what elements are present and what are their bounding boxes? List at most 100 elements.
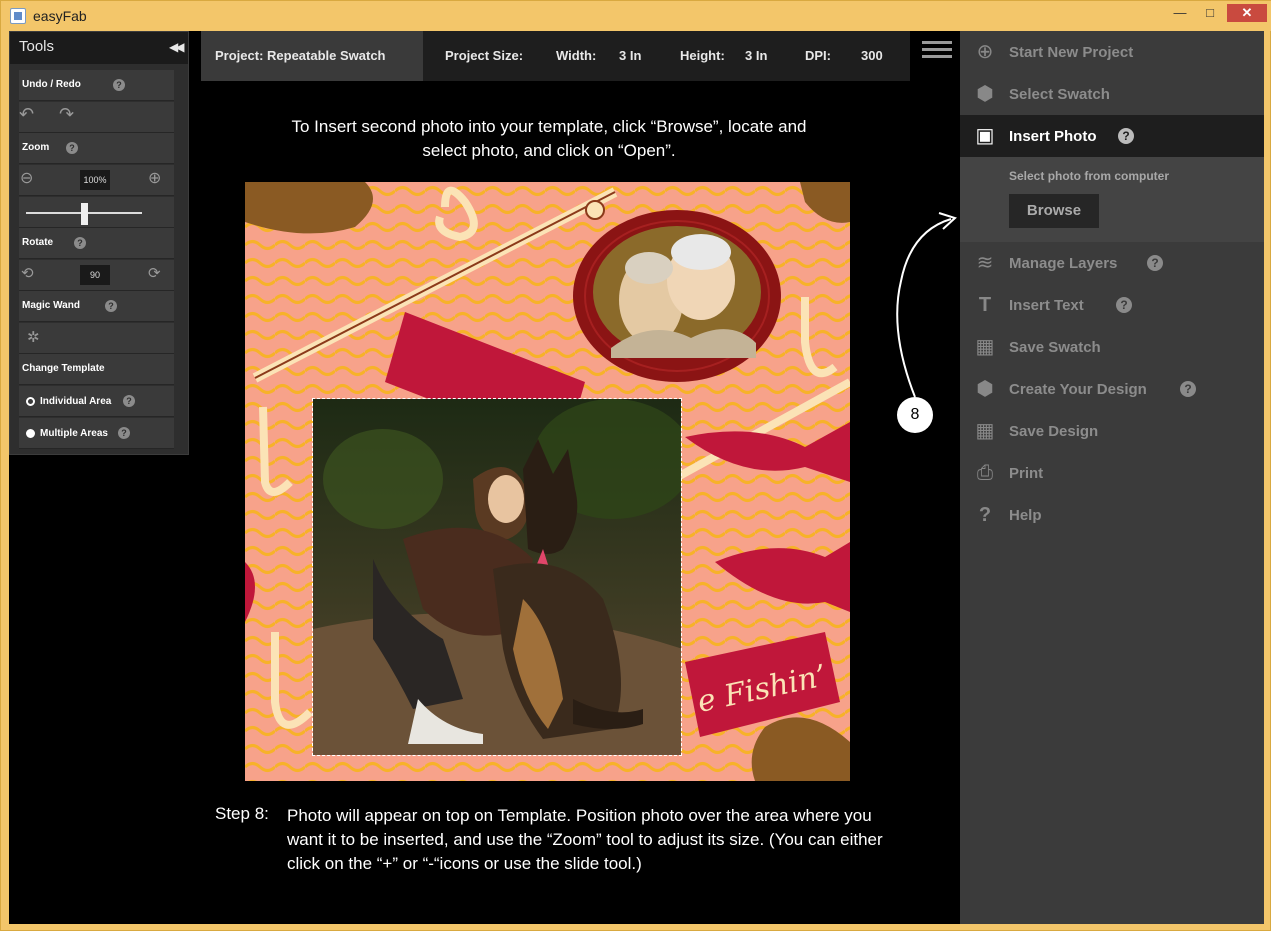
layers-icon: ≋ [976,252,994,274]
instruction-text: To Insert second photo into your templat… [291,117,807,160]
insert-photo-submenu: Select photo from computer Browse [960,157,1264,242]
menu-save-design[interactable]: ▦ Save Design [960,410,1264,452]
width-value: 3 In [619,48,642,63]
zoom-out-icon[interactable]: ⊖ [20,168,33,188]
magic-wand-icon[interactable]: ✲ [27,328,40,346]
menu-label: Start New Project [1009,44,1134,61]
menu-label: Select Swatch [1009,86,1110,103]
title-bar: easyFab — □ ✕ [1,1,1271,31]
menu-label: Manage Layers [1009,255,1118,272]
design-canvas[interactable]: e Fishin’ [245,182,850,781]
minimize-button[interactable]: — [1167,4,1193,22]
multiple-areas-radio[interactable] [26,429,35,438]
app-window: easyFab — □ ✕ Tools ◀◀ Undo / Redo ? ↶ ↷… [0,0,1271,931]
menu-toggle-icon[interactable] [916,31,960,69]
close-button[interactable]: ✕ [1227,4,1267,22]
menu-label: Save Swatch [1009,339,1101,356]
hexagon-icon: ⬢ [976,83,994,105]
dpi-value: 300 [861,48,883,63]
undo-redo-row: ↶ ↷ [19,102,174,133]
zoom-help-icon[interactable]: ? [66,142,78,154]
menu-help[interactable]: ? Help [960,494,1264,536]
menu-start-new-project[interactable]: ⊕ Start New Project [960,31,1264,73]
magic-wand-label: Magic Wand [22,300,80,311]
help-icon: ? [978,504,992,526]
zoom-slider-row [19,197,174,228]
menu-label: Help [1009,507,1042,524]
browse-button[interactable]: Browse [1009,194,1099,228]
rotate-controls: ⟲ 90 ⟳ [19,260,174,291]
menu-label: Save Design [1009,423,1099,440]
zoom-slider-thumb[interactable] [80,203,88,225]
rotate-label: Rotate [22,237,54,248]
insert-text-help-icon[interactable]: ? [1116,297,1132,313]
window-title: easyFab [33,8,87,24]
tools-panel: Tools ◀◀ Undo / Redo ? ↶ ↷ Zoom ? ⊖ 100%… [9,31,189,455]
redo-icon[interactable]: ↷ [59,104,74,125]
tools-title: Tools [19,38,55,55]
project-name-box: Project: Repeatable Swatch [201,31,423,81]
undo-icon[interactable]: ↶ [19,104,34,125]
undo-redo-help-icon[interactable]: ? [113,79,125,91]
insert-photo-help-icon[interactable]: ? [1118,128,1134,144]
create-design-help-icon[interactable]: ? [1180,381,1196,397]
zoom-value-field[interactable]: 100% [80,170,110,190]
multiple-areas-label: Multiple Areas [40,428,108,439]
undo-redo-label: Undo / Redo [22,79,81,90]
right-menu-panel: ⊕ Start New Project ⬢ Select Swatch ▣ In… [960,31,1264,924]
undo-redo-header: Undo / Redo ? [19,70,174,101]
menu-label: Insert Text [1009,297,1084,314]
select-photo-label: Select photo from computer [1009,169,1170,183]
individual-area-help-icon[interactable]: ? [123,395,135,407]
girl-dog-photo [313,399,681,755]
width-label: Width: [556,48,597,63]
menu-create-your-design[interactable]: ⬢ Create Your Design ? [960,368,1264,410]
save-grid-icon: ▦ [975,336,995,358]
height-label: Height: [680,48,725,63]
magic-wand-row: ✲ [19,323,174,354]
magic-wand-header: Magic Wand ? [19,291,174,322]
oval-photo-frame[interactable] [571,208,783,384]
individual-area-option[interactable]: Individual Area ? [19,386,174,417]
multiple-areas-option[interactable]: Multiple Areas ? [19,418,174,449]
maximize-button[interactable]: □ [1197,4,1223,22]
rotate-right-icon[interactable]: ⟳ [148,264,161,282]
tools-header: Tools ◀◀ [10,32,188,64]
collapse-panel-icon[interactable]: ◀◀ [169,40,185,54]
menu-insert-text[interactable]: T Insert Text ? [960,284,1264,326]
project-size-label: Project Size: [445,48,524,63]
zoom-label: Zoom [22,142,50,153]
zoom-in-icon[interactable]: ⊕ [148,168,161,188]
magic-wand-help-icon[interactable]: ? [105,300,117,312]
rotate-header: Rotate ? [19,228,174,259]
multiple-areas-help-icon[interactable]: ? [118,427,130,439]
zoom-controls: ⊖ 100% ⊕ [19,165,174,196]
rotate-value-field[interactable]: 90 [80,265,110,285]
plus-circle-icon: ⊕ [976,41,994,63]
app-client-area: Tools ◀◀ Undo / Redo ? ↶ ↷ Zoom ? ⊖ 100%… [9,31,1264,924]
change-template-label: Change Template [22,363,105,374]
menu-label: Print [1009,465,1044,482]
app-icon [10,8,26,24]
step-instruction: Photo will appear on top on Template. Po… [287,806,883,873]
text-icon: T [978,294,992,316]
menu-label: Insert Photo [1009,128,1097,145]
menu-save-swatch[interactable]: ▦ Save Swatch [960,326,1264,368]
menu-insert-photo[interactable]: ▣ Insert Photo ? [960,115,1264,157]
step-callout-badge: 8 [897,397,933,433]
manage-layers-help-icon[interactable]: ? [1147,255,1163,271]
rotate-help-icon[interactable]: ? [74,237,86,249]
menu-select-swatch[interactable]: ⬢ Select Swatch [960,73,1264,115]
individual-area-radio[interactable] [26,397,35,406]
project-name: Project: Repeatable Swatch [215,48,386,63]
step-label: Step 8: [215,804,269,823]
image-icon: ▣ [975,125,995,147]
menu-label: Create Your Design [1009,381,1147,398]
rotate-left-icon[interactable]: ⟲ [21,264,34,282]
change-template-header: Change Template [19,354,174,385]
menu-manage-layers[interactable]: ≋ Manage Layers ? [960,242,1264,284]
menu-print[interactable]: ⎙ Print [960,452,1264,494]
inserted-photo[interactable] [312,398,682,756]
save-grid-icon: ▦ [975,420,995,442]
project-bar: Project: Repeatable Swatch Project Size:… [201,31,910,81]
